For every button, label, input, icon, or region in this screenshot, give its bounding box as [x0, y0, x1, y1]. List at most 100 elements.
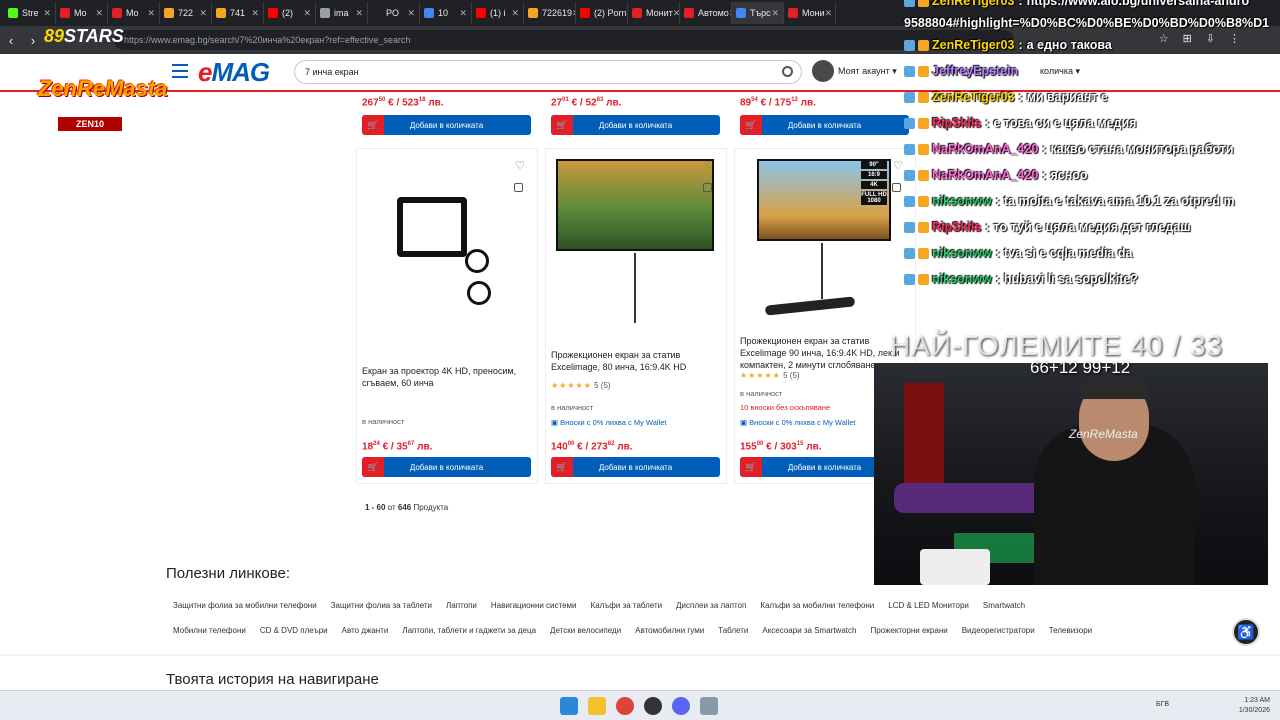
- search-input[interactable]: 7 инча екран: [294, 60, 802, 84]
- tab-favicon-icon: [372, 8, 382, 18]
- emag-logo[interactable]: eMAG: [198, 57, 270, 88]
- browser-tab[interactable]: Stre ✕: [4, 2, 56, 24]
- close-icon[interactable]: ✕: [303, 8, 311, 19]
- close-icon[interactable]: ✕: [459, 8, 467, 19]
- product-card[interactable]: ♡ Прожекционен екран за статив Excelimage…: [545, 148, 727, 484]
- useful-link[interactable]: Навигационни системи: [484, 597, 584, 614]
- start-icon[interactable]: [560, 697, 578, 715]
- close-icon[interactable]: ✕: [95, 8, 103, 19]
- chat-username: RipSkils: [932, 116, 982, 130]
- back-icon[interactable]: ‹: [0, 33, 22, 48]
- compare-checkbox[interactable]: [703, 183, 712, 192]
- search-icon[interactable]: [782, 66, 793, 77]
- add-to-cart-button[interactable]: 🛒 Добави в количката: [362, 457, 531, 477]
- add-to-cart-button[interactable]: 🛒 Добави в количката: [740, 115, 909, 135]
- browser-tab[interactable]: (1) i ✕: [472, 2, 524, 24]
- clock-date: 1/30/2026: [1238, 707, 1270, 714]
- cart-icon: 🛒: [362, 115, 384, 135]
- useful-link[interactable]: Защитни фолиа за таблети: [324, 597, 439, 614]
- useful-link[interactable]: LCD & LED Монитори: [881, 597, 976, 614]
- useful-link[interactable]: Аксесоари за Smartwatch: [755, 622, 863, 639]
- useful-link[interactable]: Лаптопи: [439, 597, 484, 614]
- close-icon[interactable]: ✕: [43, 8, 51, 19]
- browser-tab[interactable]: 10 ✕: [420, 2, 472, 24]
- discord-icon[interactable]: [672, 697, 690, 715]
- url-field[interactable]: https://www.emag.bg/search/7%20инча%20ек…: [114, 30, 1014, 50]
- account-menu[interactable]: Моят акаунт ▾: [812, 60, 897, 82]
- hamburger-menu-icon[interactable]: [172, 64, 188, 78]
- browser-tab[interactable]: ima ✕: [316, 2, 368, 24]
- chrome-icon[interactable]: [616, 697, 634, 715]
- close-icon[interactable]: ✕: [407, 8, 415, 19]
- notepad-icon[interactable]: [700, 697, 718, 715]
- favorite-heart-icon[interactable]: ♡: [515, 159, 525, 172]
- close-icon[interactable]: ✕: [199, 8, 207, 19]
- useful-link[interactable]: Таблети: [711, 622, 755, 639]
- currency-lev: лв.: [617, 441, 633, 453]
- file-explorer-icon[interactable]: [588, 697, 606, 715]
- useful-link[interactable]: Калъфи за мобилни телефони: [753, 597, 881, 614]
- product-title[interactable]: Прожекционен екран за статив Excelimage,…: [551, 349, 723, 373]
- close-icon[interactable]: ✕: [251, 8, 259, 19]
- review-count: (5): [789, 371, 800, 380]
- browser-tab[interactable]: (2) Porn✕: [576, 2, 628, 24]
- menu-icon[interactable]: ⋮: [1229, 32, 1240, 45]
- add-to-cart-button[interactable]: 🛒 Добави в количката: [362, 115, 531, 135]
- product-card[interactable]: ♡ Екран за проектор 4K HD, преносим, сгъв…: [356, 148, 538, 484]
- spec-badges: 90" 16:9 4K FULL HD 1080: [861, 161, 887, 207]
- compare-checkbox[interactable]: [514, 183, 523, 192]
- obs-icon[interactable]: [644, 697, 662, 715]
- accessibility-icon[interactable]: ♿: [1232, 618, 1260, 646]
- car-lift-post: [904, 383, 944, 493]
- useful-link[interactable]: Телевизори: [1042, 622, 1099, 639]
- browser-tab[interactable]: (2) ✕: [264, 2, 316, 24]
- downloads-icon[interactable]: ⇩: [1206, 32, 1215, 45]
- compare-checkbox[interactable]: [892, 183, 901, 192]
- chat-username: niksonww: [932, 246, 992, 260]
- browser-tab[interactable]: PO ✕: [368, 2, 420, 24]
- add-to-cart-button[interactable]: 🛒 Добави в количката: [551, 115, 720, 135]
- system-clock[interactable]: 1:23 AM 1/30/2026: [1239, 696, 1270, 716]
- useful-link[interactable]: Видеорегистратори: [955, 622, 1042, 639]
- browser-tab[interactable]: Монит ✕: [628, 2, 680, 24]
- useful-link[interactable]: Smartwatch: [976, 597, 1032, 614]
- close-icon[interactable]: ✕: [147, 8, 155, 19]
- add-to-cart-button[interactable]: 🛒 Добави в количката: [551, 457, 720, 477]
- useful-link[interactable]: Авто джанти: [335, 622, 396, 639]
- close-icon[interactable]: ✕: [825, 8, 833, 19]
- useful-link[interactable]: Автомобилни гуми: [628, 622, 711, 639]
- close-icon[interactable]: ✕: [771, 8, 779, 19]
- browser-tab[interactable]: 722619✕: [524, 2, 576, 24]
- close-icon[interactable]: ✕: [673, 8, 679, 19]
- useful-link[interactable]: Лаптопи, таблети и гаджети за деца: [395, 622, 543, 639]
- cart-link[interactable]: количка ▾: [1040, 66, 1080, 77]
- browser-tab[interactable]: Търс ✕: [732, 2, 784, 24]
- close-icon[interactable]: ✕: [355, 8, 363, 19]
- useful-link[interactable]: Калъфи за таблети: [584, 597, 670, 614]
- extensions-icon[interactable]: ⊞: [1183, 32, 1192, 45]
- price-lev-fraction: 12: [791, 97, 798, 103]
- browser-tab[interactable]: 722 ✕: [160, 2, 212, 24]
- product-image-bag: [465, 249, 489, 273]
- close-icon[interactable]: ✕: [511, 8, 519, 19]
- product-title[interactable]: Екран за проектор 4K HD, преносим, сгъва…: [362, 365, 534, 389]
- useful-link[interactable]: Защитни фолиа за мобилни телефони: [166, 597, 324, 614]
- useful-link[interactable]: Дисплеи за лаптоп: [669, 597, 753, 614]
- forward-icon[interactable]: ›: [22, 33, 44, 48]
- useful-link[interactable]: Мобилни телефони: [166, 622, 253, 639]
- useful-link[interactable]: CD & DVD плеъри: [253, 622, 335, 639]
- browser-tab[interactable]: Mo ✕: [108, 2, 160, 24]
- browser-tab[interactable]: 741 ✕: [212, 2, 264, 24]
- useful-link[interactable]: Прожекторни екрани: [863, 622, 954, 639]
- useful-link[interactable]: Детски велосипеди: [543, 622, 628, 639]
- browser-tab[interactable]: Автомо✕: [680, 2, 732, 24]
- browser-tab[interactable]: Мони ✕: [784, 2, 836, 24]
- price-fraction: 00: [756, 441, 764, 447]
- keyboard-language[interactable]: БГВ: [1156, 701, 1169, 708]
- favorite-heart-icon[interactable]: ♡: [893, 159, 903, 172]
- chat-message: NaRkOmAnA_420: ясноо: [904, 168, 1088, 182]
- bookmark-star-icon[interactable]: ☆: [1159, 32, 1169, 45]
- favorite-heart-icon[interactable]: ♡: [704, 159, 714, 172]
- product-price: 8954 € / 17512 лв.: [740, 97, 816, 109]
- browser-tab[interactable]: Mo ✕: [56, 2, 108, 24]
